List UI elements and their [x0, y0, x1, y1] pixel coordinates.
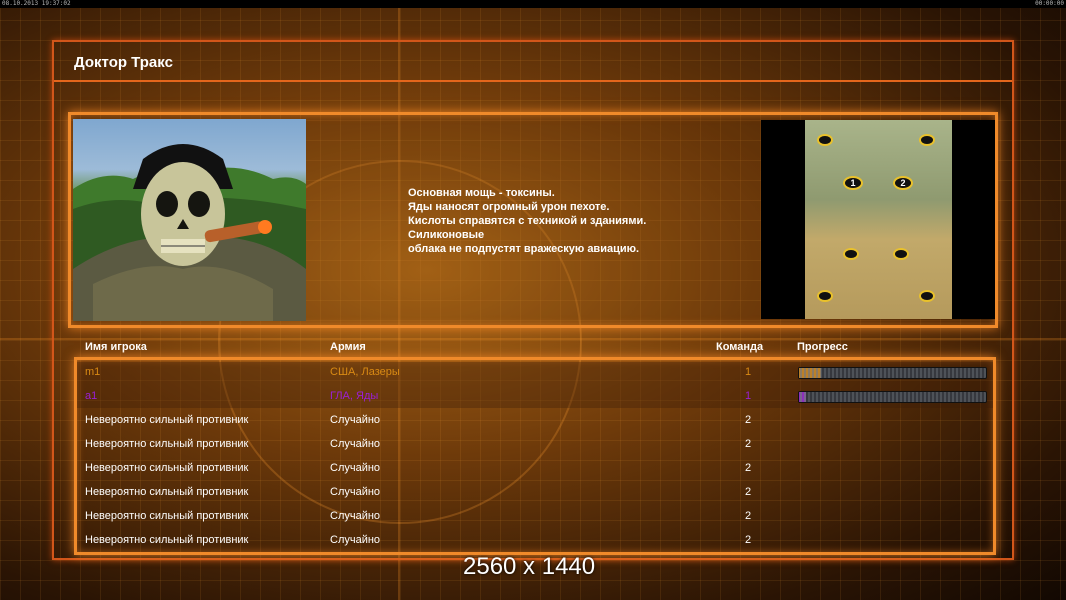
- minimap-oil-derrick: [817, 134, 833, 146]
- description-line: Яды наносят огромный урон пехоте.: [408, 201, 610, 213]
- title-divider: [54, 80, 1012, 82]
- minimap-start-position: 1: [843, 176, 863, 190]
- skull-mask-general-portrait: [73, 119, 306, 321]
- player-name: Невероятно сильный противник: [85, 534, 249, 546]
- minimap-oil-derrick: [919, 134, 935, 146]
- player-army: Случайно: [330, 462, 381, 474]
- description-line: облака не подпустят вражескую авиацию.: [408, 243, 640, 255]
- player-row: Невероятно сильный противник Случайно 2: [0, 459, 1066, 479]
- player-team: 1: [745, 366, 752, 378]
- minimap-terrain: 1 2: [805, 120, 952, 319]
- minimap: 1 2: [761, 120, 995, 319]
- player-row: Невероятно сильный противник Случайно 2: [0, 411, 1066, 431]
- player-team: 2: [745, 438, 752, 450]
- status-timestamp: 08.10.2013 19:37:02: [2, 0, 71, 7]
- description-line: Основная мощь - токсины.: [408, 187, 555, 199]
- player-row: Невероятно сильный противник Случайно 2: [0, 507, 1066, 527]
- header-player-name: Имя игрока: [85, 341, 147, 353]
- minimap-oil-derrick: [919, 290, 935, 302]
- player-team: 2: [745, 510, 752, 522]
- player-army: Случайно: [330, 534, 381, 546]
- loading-progress-bar: [798, 367, 987, 379]
- player-army: ГЛА, Яды: [330, 390, 379, 402]
- player-team: 2: [745, 486, 752, 498]
- description-line: Силиконовые: [408, 229, 485, 241]
- player-team: 2: [745, 534, 752, 546]
- player-army: Случайно: [330, 510, 381, 522]
- player-army: Случайно: [330, 438, 381, 450]
- player-army: Случайно: [330, 414, 381, 426]
- player-army: Случайно: [330, 486, 381, 498]
- general-title: Доктор Тракс: [74, 54, 173, 71]
- header-team: Команда: [716, 341, 764, 353]
- player-name: m1: [85, 366, 101, 378]
- header-army: Армия: [330, 341, 366, 353]
- status-timer: 00:00:00: [1035, 0, 1064, 7]
- player-team: 2: [745, 462, 752, 474]
- player-name: Невероятно сильный противник: [85, 414, 249, 426]
- loading-progress-fill: [799, 392, 807, 402]
- player-row: a1 ГЛА, Яды 1: [0, 387, 1066, 407]
- minimap-oil-derrick: [817, 290, 833, 302]
- player-name: Невероятно сильный противник: [85, 486, 249, 498]
- player-row: m1 США, Лазеры 1: [0, 363, 1066, 383]
- loading-progress-bar: [798, 391, 987, 403]
- player-row: Невероятно сильный противник Случайно 2: [0, 483, 1066, 503]
- general-description: Основная мощь - токсины. Яды наносят огр…: [408, 186, 646, 256]
- player-name: Невероятно сильный противник: [85, 462, 249, 474]
- minimap-start-position: 2: [893, 176, 913, 190]
- player-name: a1: [85, 390, 98, 402]
- player-army: США, Лазеры: [330, 366, 400, 378]
- minimap-oil-derrick: [843, 248, 859, 260]
- minimap-oil-derrick: [893, 248, 909, 260]
- resolution-watermark: 2560 x 1440: [463, 553, 596, 580]
- description-line: Кислоты справятся с техникой и зданиями.: [408, 215, 647, 227]
- loading-progress-fill: [799, 368, 822, 378]
- player-row: Невероятно сильный противник Случайно 2: [0, 531, 1066, 551]
- player-name: Невероятно сильный противник: [85, 510, 249, 522]
- status-bar: 08.10.2013 19:37:02 00:00:00: [0, 0, 1066, 8]
- player-team: 2: [745, 414, 752, 426]
- player-name: Невероятно сильный противник: [85, 438, 249, 450]
- header-progress: Прогресс: [797, 341, 848, 353]
- player-row: Невероятно сильный противник Случайно 2: [0, 435, 1066, 455]
- player-team: 1: [745, 390, 752, 402]
